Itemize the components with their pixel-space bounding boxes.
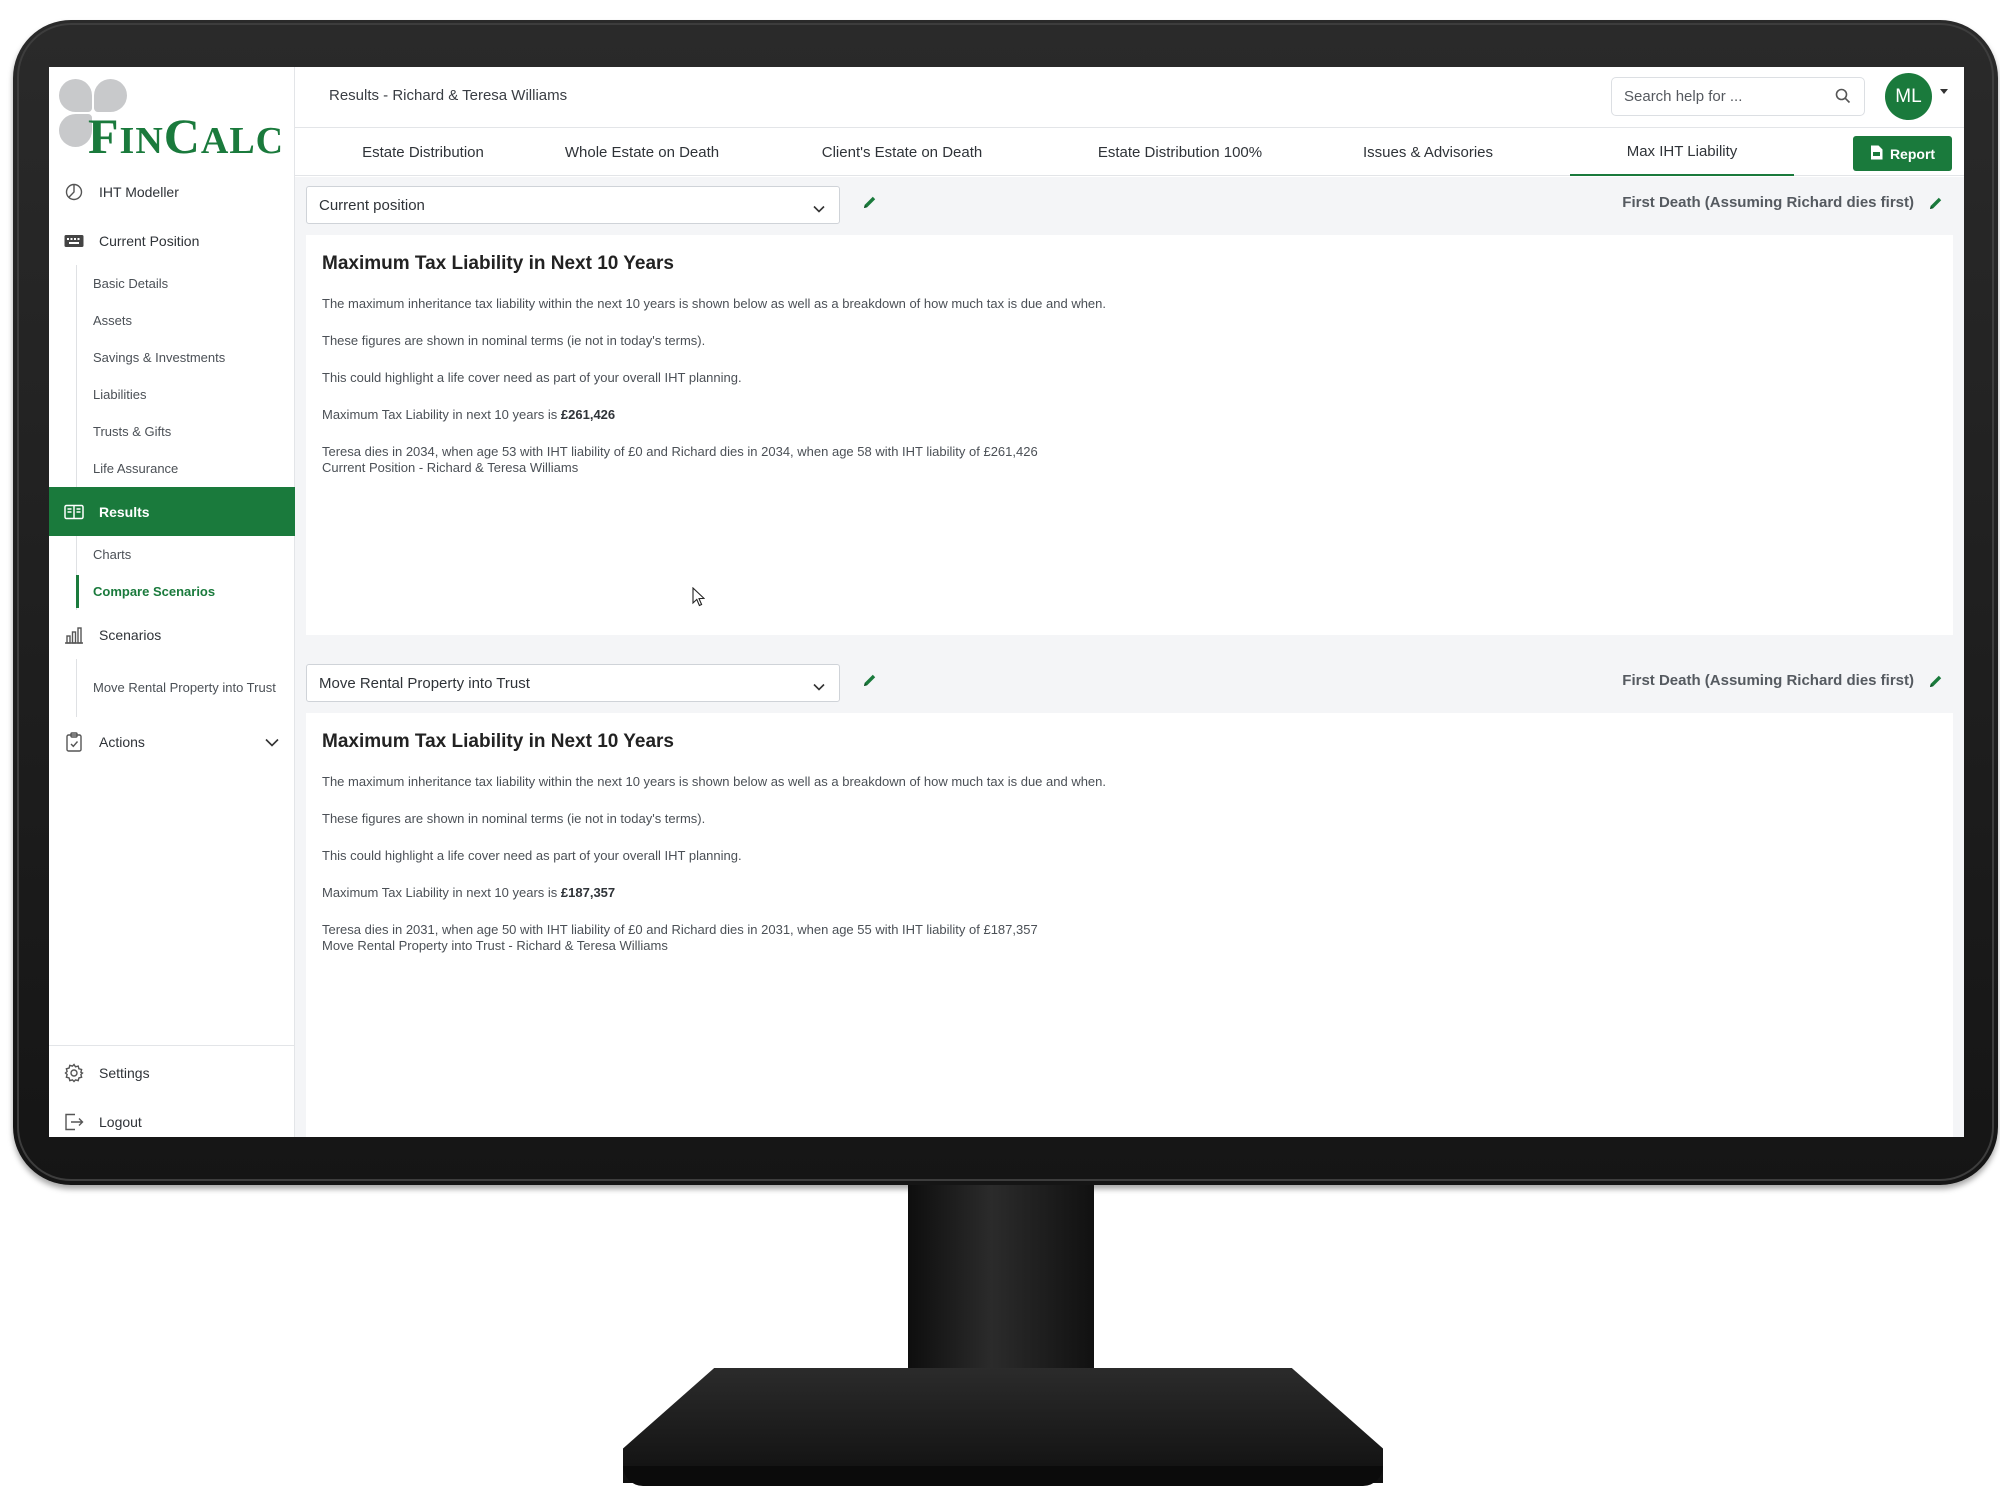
sidebar-subitem-assets[interactable]: Assets — [78, 302, 295, 339]
report-button-label: Report — [1889, 145, 1936, 162]
pencil-icon[interactable] — [1929, 674, 1943, 693]
sidebar-subitem-trusts-gifts[interactable]: Trusts & Gifts — [78, 413, 295, 450]
max-liability-value: £187,357 — [560, 885, 616, 900]
tab-whole-estate-on-death[interactable]: Whole Estate on Death — [532, 128, 752, 176]
logo-wordmark: FINCALC — [88, 108, 285, 164]
sidebar-subitem-life-assurance[interactable]: Life Assurance — [78, 450, 295, 487]
card-paragraph: The maximum inheritance tax liability wi… — [322, 296, 1107, 311]
pdf-file-icon — [1870, 145, 1883, 163]
clipboard-icon — [64, 731, 84, 752]
mouse-cursor-icon — [692, 586, 706, 612]
scenario-select[interactable]: Move Rental Property into Trust — [306, 664, 840, 702]
liability-card: Maximum Tax Liability in Next 10 Years T… — [306, 713, 1953, 1137]
sidebar-item-iht-modeller[interactable]: IHT Modeller — [49, 167, 295, 216]
search-icon[interactable] — [1835, 88, 1851, 109]
monitor-stand-base-edge — [623, 1466, 1383, 1486]
sidebar-item-label: Settings — [99, 1064, 150, 1081]
sidebar: FINCALC IHT Modeller Current Position Ba… — [49, 67, 295, 1137]
chevron-down-icon — [813, 200, 825, 217]
keyboard-icon — [64, 231, 84, 251]
scenario-caption: Current Position - Richard & Teresa Will… — [322, 460, 579, 475]
results-icon — [64, 502, 84, 522]
main-content: Current position First Death (Assuming R… — [295, 177, 1964, 1137]
card-heading: Maximum Tax Liability in Next 10 Years — [322, 253, 675, 274]
sidebar-item-logout[interactable]: Logout — [49, 1097, 295, 1137]
sidebar-item-settings[interactable]: Settings — [49, 1048, 295, 1097]
sidebar-item-label: Actions — [99, 733, 145, 750]
sidebar-item-results[interactable]: Results — [49, 487, 295, 536]
sidebar-subitem-compare-scenarios[interactable]: Compare Scenarios — [76, 573, 295, 610]
sidebar-bottom: Settings Logout — [49, 1045, 295, 1137]
scenarios-submenu: Move Rental Property into Trust — [49, 659, 295, 717]
fincalc-logo[interactable]: FINCALC — [59, 79, 289, 164]
scenario-select-value: Current position — [319, 196, 425, 214]
sidebar-item-label: Scenarios — [99, 626, 162, 643]
card-paragraph: These figures are shown in nominal terms… — [322, 811, 706, 826]
user-avatar[interactable]: ML — [1885, 73, 1932, 120]
top-header: Results - Richard & Teresa Williams ML — [295, 67, 1964, 128]
death-detail: Teresa dies in 2031, when age 50 with IH… — [322, 922, 1038, 937]
sidebar-item-current-position[interactable]: Current Position — [49, 216, 295, 265]
tab-clients-estate-on-death[interactable]: Client's Estate on Death — [792, 128, 1012, 176]
death-scenario-label: First Death (Assuming Richard dies first… — [1622, 672, 1914, 689]
report-button[interactable]: Report — [1853, 136, 1952, 171]
current-position-submenu: Basic Details Assets Savings & Investmen… — [49, 265, 295, 487]
sidebar-item-actions[interactable]: Actions — [49, 717, 295, 766]
tab-max-iht-liability[interactable]: Max IHT Liability — [1570, 128, 1794, 176]
sidebar-item-label: Results — [99, 503, 150, 520]
card-paragraph: The maximum inheritance tax liability wi… — [322, 774, 1107, 789]
gear-icon — [64, 1062, 84, 1083]
sidebar-subitem-liabilities[interactable]: Liabilities — [78, 376, 295, 413]
result-tabs: Estate Distribution Whole Estate on Deat… — [295, 128, 1964, 176]
card-paragraph: These figures are shown in nominal terms… — [322, 333, 706, 348]
max-liability-value: £261,426 — [560, 407, 616, 422]
card-paragraph: This could highlight a life cover need a… — [322, 370, 742, 385]
pencil-icon[interactable] — [863, 195, 877, 214]
avatar-caret-icon[interactable] — [1940, 89, 1948, 94]
max-liability-line: Maximum Tax Liability in next 10 years i… — [322, 407, 616, 422]
pie-chart-icon — [64, 182, 84, 202]
search-input[interactable] — [1611, 77, 1865, 116]
results-submenu: Charts Compare Scenarios — [49, 536, 295, 610]
pencil-icon[interactable] — [863, 673, 877, 692]
page-title: Results - Richard & Teresa Williams — [329, 87, 568, 104]
bar-chart-icon — [64, 625, 84, 645]
scenario-caption: Move Rental Property into Trust - Richar… — [322, 938, 668, 953]
card-paragraph: This could highlight a life cover need a… — [322, 848, 742, 863]
tab-estate-distribution-100[interactable]: Estate Distribution 100% — [1065, 128, 1295, 176]
tab-issues-advisories[interactable]: Issues & Advisories — [1328, 128, 1528, 176]
sidebar-subitem-move-rental-property[interactable]: Move Rental Property into Trust — [78, 659, 278, 717]
scenario-bar: Move Rental Property into Trust First De… — [295, 655, 1963, 713]
scenario-select[interactable]: Current position — [306, 186, 840, 224]
scenario-select-value: Move Rental Property into Trust — [319, 674, 530, 692]
sidebar-item-label: Current Position — [99, 232, 200, 249]
chevron-down-icon — [813, 678, 825, 695]
scenario-bar: Current position First Death (Assuming R… — [295, 177, 1963, 235]
sidebar-subitem-basic-details[interactable]: Basic Details — [78, 265, 295, 302]
screen: FINCALC IHT Modeller Current Position Ba… — [49, 67, 1964, 1137]
sidebar-item-label: IHT Modeller — [99, 183, 179, 200]
liability-card: Maximum Tax Liability in Next 10 Years T… — [306, 235, 1953, 635]
sidebar-nav: IHT Modeller Current Position Basic Deta… — [49, 167, 295, 766]
pencil-icon[interactable] — [1929, 196, 1943, 215]
chevron-down-icon[interactable] — [265, 734, 279, 750]
death-scenario-label: First Death (Assuming Richard dies first… — [1622, 194, 1914, 211]
sidebar-item-label: Logout — [99, 1113, 142, 1130]
logout-icon — [64, 1112, 84, 1132]
sidebar-item-scenarios[interactable]: Scenarios — [49, 610, 295, 659]
card-heading: Maximum Tax Liability in Next 10 Years — [322, 731, 675, 752]
sidebar-subitem-savings-investments[interactable]: Savings & Investments — [78, 339, 295, 376]
tab-estate-distribution[interactable]: Estate Distribution — [333, 128, 513, 176]
sidebar-subitem-charts[interactable]: Charts — [78, 536, 295, 573]
max-liability-line: Maximum Tax Liability in next 10 years i… — [322, 885, 616, 900]
death-detail: Teresa dies in 2034, when age 53 with IH… — [322, 444, 1038, 459]
